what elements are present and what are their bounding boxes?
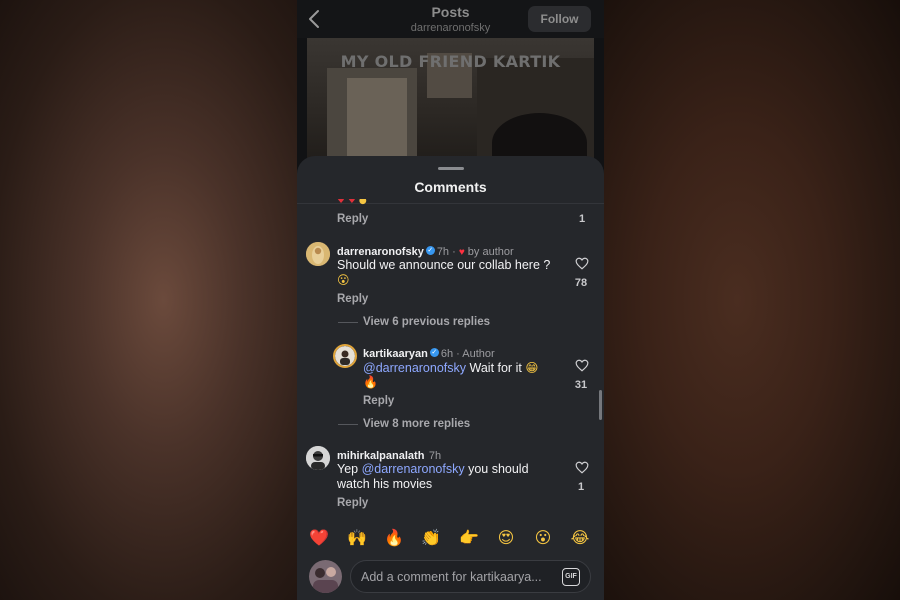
comment-username[interactable]: darrenaronofsky — [337, 246, 424, 258]
verified-icon: ✓ — [429, 348, 439, 358]
verified-icon: ✓ — [425, 246, 435, 256]
post-image: MY OLD FRIEND KARTIK — [307, 38, 594, 168]
reply-fire-emoji: 🔥 — [363, 375, 378, 389]
avatar[interactable] — [306, 242, 330, 266]
comment-text: Yep @darrenaronofsky you should — [337, 462, 529, 476]
like-count: 1 — [577, 481, 585, 493]
reaction-heart-eyes[interactable]: 😍 — [491, 521, 521, 555]
reply-text-content: Wait for it — [469, 361, 522, 375]
comment-input-placeholder: Add a comment for kartikaarya... — [361, 570, 542, 584]
follow-button[interactable]: Follow — [528, 6, 591, 32]
reaction-fire[interactable]: 🔥 — [379, 521, 409, 555]
reply-username[interactable]: kartikaaryan — [363, 348, 428, 360]
heart-filled-icon: ♥ — [458, 247, 465, 258]
comment-text-suffix: you should — [468, 462, 529, 476]
scrollbar[interactable] — [599, 390, 602, 420]
reaction-clap[interactable]: 👏 — [416, 521, 446, 555]
reaction-point[interactable]: 👉 — [454, 521, 484, 555]
sheet-drag-handle[interactable] — [438, 167, 464, 170]
reply-text: @darrenaronofsky Wait for it 😁 — [363, 360, 538, 375]
comment-username[interactable]: mihirkalpanalath — [337, 450, 424, 462]
thread-line — [338, 322, 358, 323]
avatar[interactable] — [333, 344, 357, 368]
current-user-avatar — [309, 560, 342, 593]
comment-time: 7h — [428, 450, 442, 462]
comment-time: 7h — [436, 246, 450, 258]
separator: · — [449, 246, 459, 258]
blurred-background-left — [0, 0, 297, 600]
post-caption: MY OLD FRIEND KARTIK — [340, 52, 561, 71]
comment-text-content: Should we announce our collab here ? — [337, 258, 551, 272]
reply-button[interactable]: Reply — [337, 293, 368, 305]
reaction-surprised[interactable]: 😮 — [528, 521, 558, 555]
reply-button[interactable]: Reply — [363, 395, 394, 407]
comment-input[interactable]: Add a comment for kartikaarya... GIF — [350, 560, 591, 593]
author-label: Author — [462, 348, 495, 360]
heart-outline-icon[interactable] — [575, 359, 589, 372]
quick-reactions-bar: ❤️ 🙌 🔥 👏 👉 😍 😮 😂 — [297, 521, 604, 555]
author-like-label: by author — [467, 246, 514, 258]
gif-icon[interactable]: GIF — [562, 568, 580, 586]
comment-emoji: 😮 — [337, 273, 350, 287]
mention-link[interactable]: @darrenaronofsky — [363, 361, 466, 375]
mention-link[interactable]: @darrenaronofsky — [362, 462, 465, 476]
top-bar: Posts darrenaronofsky Follow — [297, 0, 604, 38]
comments-sheet: Comments ♥ ♥ ● Reply 1 darrenaronofsky ✓ 7… — [297, 156, 604, 600]
reaction-heart[interactable]: ❤️ — [304, 521, 334, 555]
comments-title: Comments — [414, 179, 487, 195]
reaction-raised-hands[interactable]: 🙌 — [342, 521, 372, 555]
reply-time: 6h — [440, 348, 454, 360]
separator: · — [453, 348, 463, 360]
heart-outline-icon[interactable] — [575, 257, 589, 270]
reaction-laughing[interactable]: 😂 — [565, 521, 595, 555]
like-count: 78 — [574, 277, 588, 289]
comment-text-line2: watch his movies — [337, 477, 433, 491]
comment-text: Should we announce our collab here ? — [337, 258, 550, 272]
phone-screen: Posts darrenaronofsky Follow MY OLD FRIE… — [297, 0, 604, 600]
comment-text-prefix: Yep — [337, 462, 359, 476]
reply-button[interactable]: Reply — [337, 497, 368, 509]
view-previous-replies[interactable]: View 6 previous replies — [363, 316, 490, 328]
like-count: 31 — [574, 379, 588, 391]
avatar[interactable] — [306, 446, 330, 470]
partial-emoji-row: ♥ ♥ ● — [337, 199, 367, 206]
like-count: 1 — [578, 213, 586, 225]
reply-button[interactable]: Reply — [337, 213, 368, 225]
blurred-background-right — [604, 0, 900, 600]
view-more-replies[interactable]: View 8 more replies — [363, 418, 470, 430]
thread-line — [338, 424, 358, 425]
post-photo-detail — [347, 78, 407, 158]
reply-emoji: 😁 — [525, 360, 539, 375]
heart-outline-icon[interactable] — [575, 461, 589, 474]
